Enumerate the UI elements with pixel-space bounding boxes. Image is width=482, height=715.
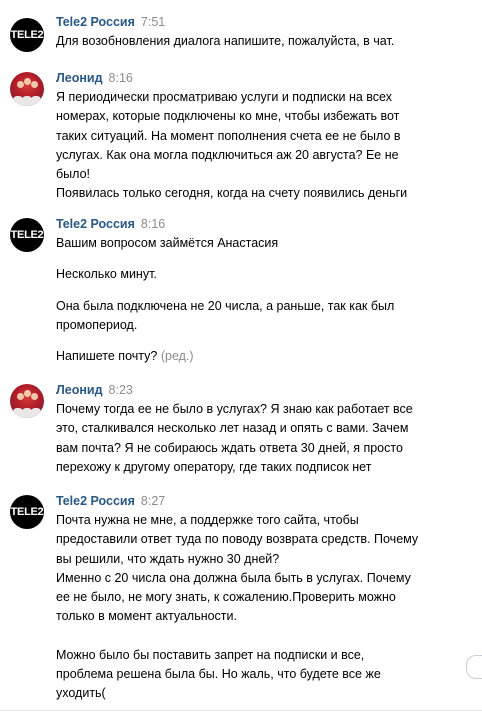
- message-body: Почему тогда ее не было в услугах? Я зна…: [56, 400, 476, 477]
- message-body: Я периодически просматриваю услуги и под…: [56, 88, 476, 204]
- tele2-logo-text: TELE2: [10, 506, 44, 518]
- message-body: Почта нужна не мне, а поддержке того сай…: [56, 511, 476, 704]
- message-line: перехожу к другому оператору, где таких …: [56, 459, 372, 474]
- author-name[interactable]: Tele2 Россия: [56, 15, 135, 29]
- tele2-avatar[interactable]: TELE2: [10, 18, 44, 52]
- message-line: предоставили ответ туда по поводу возвра…: [56, 532, 419, 547]
- message-line: вы решили, что ждать нужно 30 дней?: [56, 551, 280, 566]
- message-line: было!: [56, 167, 91, 182]
- edited-label[interactable]: (ред.): [161, 349, 194, 363]
- message-line: это, сталкивался несколько лет назад и о…: [56, 421, 409, 436]
- message-line: Напишете почту? (ред.): [56, 347, 476, 366]
- message-body: Вашим вопросом займётся Анастасия Нескол…: [56, 234, 476, 366]
- message-header: Леонид 8:23: [56, 382, 133, 398]
- message-line: Вашим вопросом займётся Анастасия: [56, 236, 279, 250]
- message-time[interactable]: 8:27: [141, 494, 165, 508]
- message-line: Несколько минут.: [56, 267, 157, 282]
- message-time[interactable]: 8:16: [141, 217, 165, 231]
- author-name[interactable]: Tele2 Россия: [56, 494, 135, 508]
- message-text: Напишете почту?: [56, 349, 158, 364]
- message-time[interactable]: 7:51: [141, 15, 165, 29]
- message-line: Именно с 20 числа она должна была быть в…: [56, 570, 411, 585]
- bottom-divider: [0, 710, 482, 711]
- message-time[interactable]: 8:23: [109, 383, 133, 397]
- message-line: только в момент актуальности.: [56, 609, 237, 624]
- leonid-avatar[interactable]: [10, 72, 44, 106]
- author-name[interactable]: Tele2 Россия: [56, 217, 135, 231]
- message-header: Леонид 8:16: [56, 70, 133, 86]
- tele2-logo-text: TELE2: [10, 29, 44, 41]
- message-line: ее не было, не могу знать, к сожалению.П…: [56, 590, 396, 605]
- message-line: проблема решена была бы. Но жаль, что бу…: [56, 667, 381, 682]
- message-line: таких ситуаций. На момент пополнения сче…: [56, 128, 401, 143]
- message-line: Для возобновления диалога напишите, пожа…: [56, 34, 395, 48]
- message-header: Tele2 Россия 7:51: [56, 14, 165, 30]
- message-line: Появилась только сегодня, когда на счету…: [56, 186, 408, 201]
- message-line: Почта нужна не мне, а поддержке того сай…: [56, 513, 359, 527]
- message-line: вам почта? Я не собираюсь ждать ответа 3…: [56, 440, 403, 455]
- message-line: услугах. Как она могла подключиться аж 2…: [56, 147, 399, 162]
- author-name[interactable]: Леонид: [56, 383, 103, 397]
- scroll-handle[interactable]: [466, 655, 482, 679]
- message-line: Можно было бы поставить запрет на подпис…: [56, 647, 365, 662]
- author-name[interactable]: Леонид: [56, 71, 103, 85]
- message-time[interactable]: 8:16: [109, 71, 133, 85]
- tele2-avatar[interactable]: TELE2: [10, 218, 44, 252]
- message-body: Для возобновления диалога напишите, пожа…: [56, 32, 476, 51]
- leonid-avatar[interactable]: [10, 384, 44, 418]
- message-header: Tele2 Россия 8:16: [56, 216, 165, 232]
- message-line: Почему тогда ее не было в услугах? Я зна…: [56, 402, 413, 416]
- tele2-avatar[interactable]: TELE2: [10, 495, 44, 529]
- message-line: Она была подключена не 20 числа, а раньш…: [56, 298, 395, 313]
- message-line: номерах, которые подключены ко мне, чтоб…: [56, 109, 400, 124]
- message-header: Tele2 Россия 8:27: [56, 493, 165, 509]
- message-line: Я периодически просматриваю услуги и под…: [56, 90, 392, 104]
- tele2-logo-text: TELE2: [10, 229, 44, 241]
- message-line: уходить(: [56, 686, 106, 701]
- message-line: промопериод.: [56, 317, 138, 332]
